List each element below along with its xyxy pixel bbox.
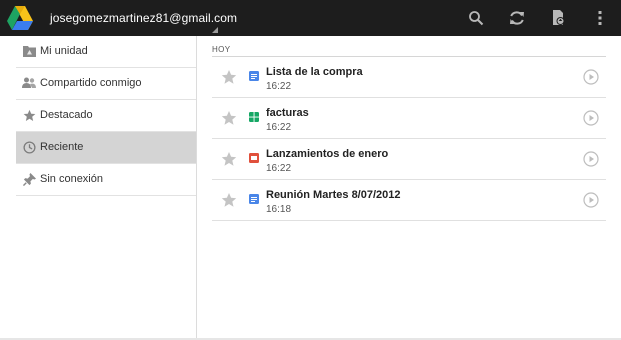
account-selector[interactable]: josegomezmartinez81@gmail.com bbox=[50, 11, 237, 25]
star-toggle-icon[interactable] bbox=[221, 151, 237, 167]
drive-folder-icon bbox=[22, 44, 36, 58]
sidebar-item-label: Sin conexión bbox=[40, 173, 103, 185]
file-name: Lanzamientos de enero bbox=[266, 148, 389, 160]
search-icon bbox=[469, 11, 484, 26]
star-toggle-icon[interactable] bbox=[221, 192, 237, 208]
file-row[interactable]: Reunión Martes 8/07/2012 16:18 bbox=[212, 180, 606, 221]
presentation-icon bbox=[249, 153, 259, 163]
file-time: 16:22 bbox=[266, 81, 292, 92]
sidebar-item-label: Destacado bbox=[40, 109, 93, 121]
sidebar-item-sin-conexion[interactable]: Sin conexión bbox=[16, 164, 196, 196]
search-button[interactable] bbox=[464, 6, 488, 30]
star-toggle-icon[interactable] bbox=[221, 69, 237, 85]
file-name: Lista de la compra bbox=[266, 66, 363, 78]
pane-divider bbox=[196, 36, 197, 340]
people-icon bbox=[22, 76, 36, 90]
open-details-icon[interactable] bbox=[583, 192, 599, 208]
file-time: 16:22 bbox=[266, 122, 292, 133]
sidebar-item-reciente[interactable]: Reciente bbox=[16, 132, 196, 164]
overflow-menu-button[interactable] bbox=[588, 6, 612, 30]
document-icon bbox=[249, 71, 259, 81]
star-toggle-icon[interactable] bbox=[221, 110, 237, 126]
pin-icon bbox=[22, 172, 36, 186]
open-details-icon[interactable] bbox=[583, 69, 599, 85]
section-header: HOY bbox=[212, 45, 231, 54]
overflow-menu-icon bbox=[598, 11, 602, 25]
file-row[interactable]: facturas 16:22 bbox=[212, 98, 606, 139]
clock-icon bbox=[22, 140, 36, 154]
file-row[interactable]: Lista de la compra 16:22 bbox=[212, 57, 606, 98]
file-name: Reunión Martes 8/07/2012 bbox=[266, 189, 401, 201]
sidebar-item-label: Compartido conmigo bbox=[40, 77, 142, 89]
star-icon bbox=[22, 108, 36, 122]
google-drive-logo-icon[interactable] bbox=[6, 4, 34, 32]
open-details-icon[interactable] bbox=[583, 151, 599, 167]
upload-icon bbox=[553, 10, 565, 25]
refresh-icon bbox=[510, 11, 524, 25]
file-time: 16:22 bbox=[266, 163, 292, 174]
sidebar-item-label: Reciente bbox=[40, 141, 84, 153]
file-row[interactable]: Lanzamientos de enero 16:22 bbox=[212, 139, 606, 180]
sidebar-item-destacado[interactable]: Destacado bbox=[16, 100, 196, 132]
action-bar: josegomezmartinez81@gmail.com bbox=[0, 0, 621, 36]
sidebar-item-label: Mi unidad bbox=[40, 45, 88, 57]
file-time: 16:18 bbox=[266, 204, 292, 215]
sidebar-item-mi-unidad[interactable]: Mi unidad bbox=[16, 36, 196, 68]
upload-button[interactable] bbox=[546, 6, 570, 30]
spreadsheet-icon bbox=[249, 112, 259, 122]
document-icon bbox=[249, 194, 259, 204]
sidebar-item-compartido-conmigo[interactable]: Compartido conmigo bbox=[16, 68, 196, 100]
open-details-icon[interactable] bbox=[583, 110, 599, 126]
refresh-button[interactable] bbox=[505, 6, 529, 30]
dropdown-indicator-icon bbox=[212, 27, 218, 33]
file-name: facturas bbox=[266, 107, 309, 119]
navigation-sidebar: Mi unidad Compartido conmigo Destacado R… bbox=[16, 36, 196, 340]
